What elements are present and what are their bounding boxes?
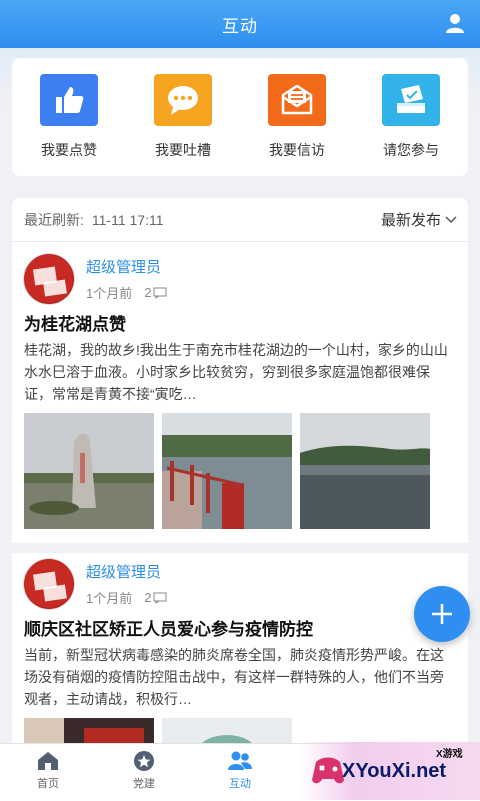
post-excerpt: 桂花湖，我的故乡!我出生于南充市桂花湖边的一个山村，家乡的山山水水巳溶于血液。小… <box>24 342 448 402</box>
author-name[interactable]: 超级管理员 <box>86 256 167 277</box>
post-header: 超级管理员 1个月前 2 <box>24 254 456 304</box>
participate-action-button[interactable]: 请您参与 <box>361 74 461 160</box>
post-card[interactable]: 超级管理员 1个月前 2 顺庆区社区矫正人员爱心参与疫情防控 当前，新型冠状病毒… <box>12 553 468 743</box>
post-image[interactable] <box>162 413 292 529</box>
tab-home[interactable]: 首页 <box>0 744 96 801</box>
action-label: 请您参与 <box>383 142 439 158</box>
post-card[interactable]: 超级管理员 1个月前 2 为桂花湖点赞 桂花湖，我的故乡!我出生于南充市桂花湖边… <box>12 242 468 553</box>
home-icon <box>38 752 58 770</box>
watermark-text: XYouXi.net <box>342 760 447 782</box>
post-images <box>24 718 456 743</box>
refresh-info: 最近刷新: 11-11 17:11 <box>24 210 172 230</box>
mail-envelope-icon <box>268 74 326 126</box>
chat-bubble-icon <box>154 74 212 126</box>
comment-count: 2 <box>144 285 152 300</box>
post-meta: 1个月前 2 <box>86 283 167 302</box>
post-meta: 1个月前 2 <box>86 588 167 607</box>
post-image[interactable] <box>24 718 154 743</box>
action-label: 我要吐槽 <box>155 142 211 158</box>
chevron-down-icon <box>445 215 457 223</box>
complain-action-button[interactable]: 我要吐槽 <box>133 74 233 160</box>
action-label: 我要点赞 <box>41 142 97 158</box>
ballot-box-icon <box>382 74 440 126</box>
page-title: 互动 <box>222 16 258 36</box>
like-action-button[interactable]: 我要点赞 <box>19 74 119 160</box>
post-image[interactable] <box>162 718 292 743</box>
refresh-label: 最近刷新: <box>24 211 84 228</box>
tab-interact[interactable]: 互动 <box>192 744 288 801</box>
post-title[interactable]: 顺庆区社区矫正人员爱心参与疫情防控 <box>24 615 456 640</box>
post-feed: 最近刷新: 11-11 17:11 最新发布 超级管理员 1个月前 2 为桂花湖… <box>12 198 468 743</box>
post-time: 1个月前 <box>86 591 133 606</box>
tab-party[interactable]: 党建 <box>96 744 192 801</box>
tab-label: 互动 <box>229 778 251 790</box>
post-image[interactable] <box>24 413 154 529</box>
post-divider <box>12 543 468 553</box>
sort-label: 最新发布 <box>380 212 441 229</box>
action-label: 我要信访 <box>269 142 325 158</box>
comment-icon <box>153 592 167 604</box>
post-time: 1个月前 <box>86 286 133 301</box>
top-app-bar: 互动 <box>0 0 480 48</box>
refresh-time: 11-11 17:11 <box>91 211 164 228</box>
avatar[interactable] <box>24 559 74 609</box>
thumbs-up-icon <box>40 74 98 126</box>
author-name[interactable]: 超级管理员 <box>86 561 167 582</box>
post-excerpt: 当前，新型冠状病毒感染的肺炎席卷全国，肺炎疫情形势严峻。在这场没有硝烟的疫情防控… <box>24 647 444 707</box>
action-shortcuts: 我要点赞 我要吐槽 我要信访 请您参与 <box>12 58 468 176</box>
tab-label: 首页 <box>37 778 59 790</box>
plus-icon <box>432 604 452 624</box>
add-post-button[interactable] <box>414 586 470 642</box>
watermark-small-text: X游戏 <box>436 749 463 760</box>
feed-toolbar: 最近刷新: 11-11 17:11 最新发布 <box>12 198 468 242</box>
avatar[interactable] <box>24 254 74 304</box>
post-images <box>24 413 456 529</box>
people-icon <box>228 751 252 770</box>
tab-label: 党建 <box>133 778 155 790</box>
comment-count: 2 <box>144 590 152 605</box>
post-image[interactable] <box>300 413 430 529</box>
post-title[interactable]: 为桂花湖点赞 <box>24 310 456 335</box>
comment-icon <box>153 287 167 299</box>
party-star-icon <box>134 751 154 771</box>
user-profile-icon[interactable] <box>444 12 466 34</box>
post-header: 超级管理员 1个月前 2 <box>24 559 456 609</box>
sort-dropdown[interactable]: 最新发布 <box>381 209 458 230</box>
petition-action-button[interactable]: 我要信访 <box>247 74 347 160</box>
